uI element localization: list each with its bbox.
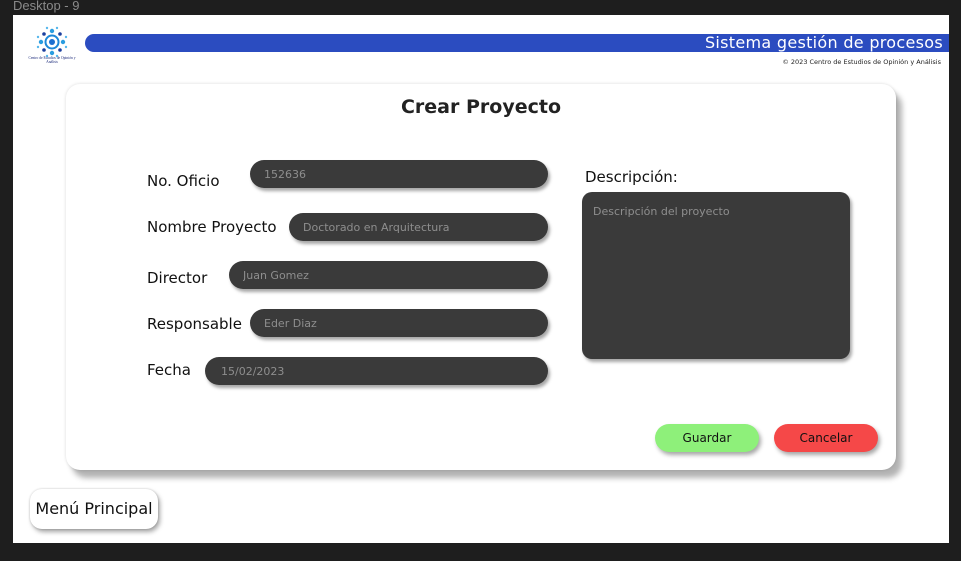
nombre-input[interactable] xyxy=(289,213,548,241)
responsable-label: Responsable xyxy=(147,315,242,333)
cancel-button[interactable]: Cancelar xyxy=(774,424,878,452)
system-title: Sistema gestión de procesos xyxy=(704,33,943,52)
nombre-label: Nombre Proyecto xyxy=(147,218,277,236)
fecha-label: Fecha xyxy=(147,361,191,379)
director-input[interactable] xyxy=(229,261,548,289)
director-label: Director xyxy=(147,269,208,287)
responsable-input[interactable] xyxy=(250,309,548,337)
create-project-card: Crear Proyecto No. Oficio Nombre Proyect… xyxy=(66,84,896,470)
descripcion-textarea[interactable] xyxy=(582,192,850,359)
app-frame: Centro de Estudios de Opinión y Análisis… xyxy=(13,15,949,543)
frame-label: Desktop - 9 xyxy=(13,0,80,13)
oficio-input[interactable] xyxy=(250,160,548,188)
main-menu-button[interactable]: Menú Principal xyxy=(30,489,158,529)
descripcion-label: Descripción: xyxy=(585,168,678,186)
logo-icon xyxy=(36,26,68,58)
save-button[interactable]: Guardar xyxy=(655,424,759,452)
logo-caption: Centro de Estudios de Opinión y Análisis xyxy=(28,56,76,64)
copyright-text: © 2023 Centro de Estudios de Opinión y A… xyxy=(782,58,941,66)
fecha-input[interactable] xyxy=(205,357,548,385)
page-title: Crear Proyecto xyxy=(400,96,562,118)
oficio-label: No. Oficio xyxy=(147,172,220,190)
